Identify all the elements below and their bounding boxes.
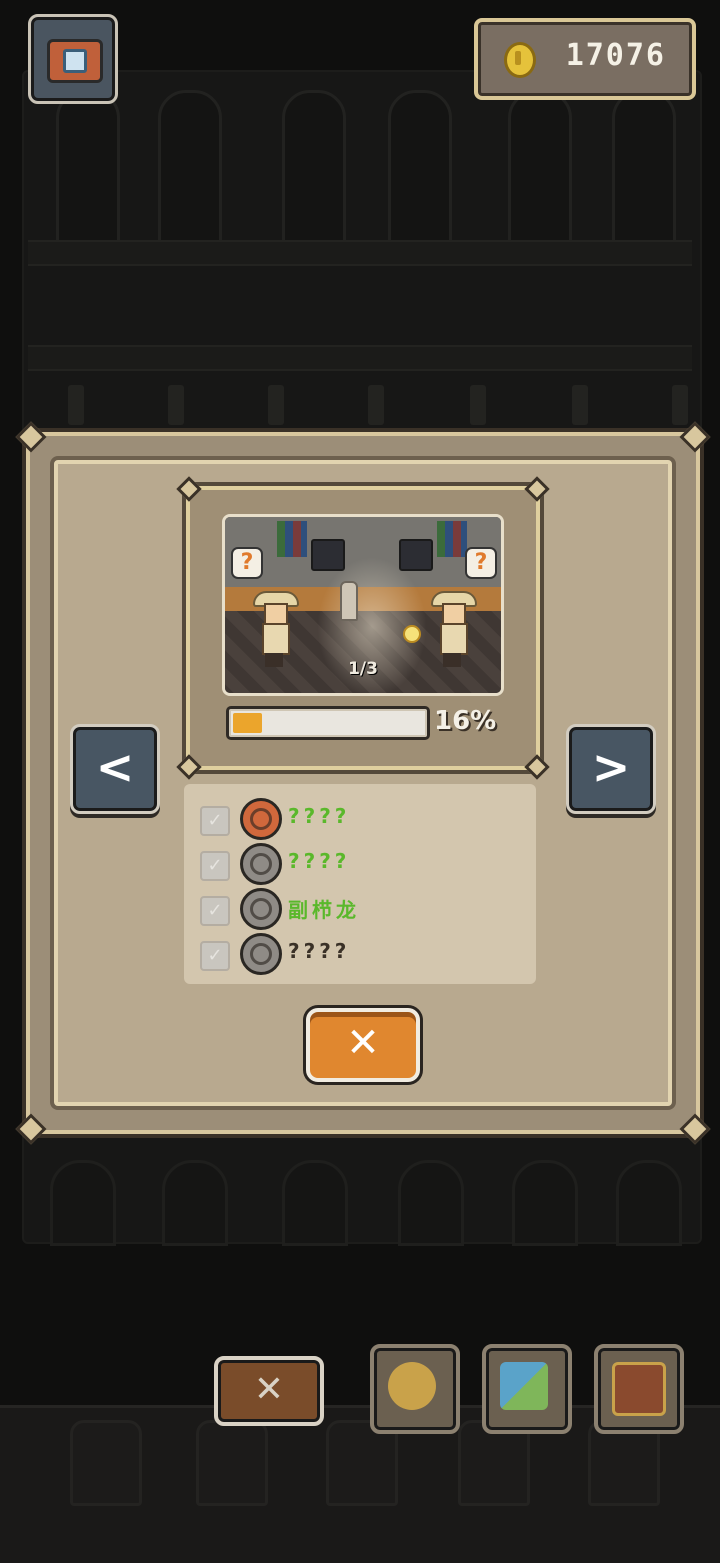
magnifier-hint-icon — [388, 1362, 436, 1410]
excavation-scene[interactable]: ? ? 1/3 — [222, 514, 504, 696]
display-case — [162, 1160, 228, 1246]
rope-post — [168, 385, 184, 425]
fossil-bone-icon — [340, 581, 358, 621]
coin-value: 17076 — [565, 38, 666, 73]
fossil-list-item[interactable]: ✓???? — [196, 933, 526, 975]
display-case — [398, 1160, 464, 1246]
fossil-ammonite-icon — [240, 843, 282, 885]
camera-button[interactable] — [28, 14, 118, 104]
hint-button[interactable] — [370, 1344, 460, 1434]
page-indicator: 1/3 — [348, 659, 378, 679]
rope-post — [470, 385, 486, 425]
excavation-progress-bar — [226, 706, 430, 740]
gold-coin-icon — [504, 42, 536, 78]
question-bubble-icon: ? — [465, 547, 497, 579]
fossil-list-item[interactable]: ✓ 副栉龙 — [196, 888, 526, 930]
bookshelf-icon — [277, 521, 307, 557]
fossil-ammonite-icon — [240, 888, 282, 930]
fossil-name: ???? — [288, 849, 351, 873]
rope-post — [68, 385, 84, 425]
wall-arch — [508, 90, 572, 246]
explorer-character — [431, 591, 477, 669]
explorer-character — [253, 591, 299, 669]
rope-post — [368, 385, 384, 425]
progress-fill — [233, 713, 262, 733]
wall-arch — [56, 90, 120, 246]
progress-percent: 16% — [434, 706, 497, 736]
floor-exhibit — [196, 1420, 268, 1506]
fossil-name: ???? — [288, 939, 351, 963]
wall-arch — [158, 90, 222, 246]
fossil-name: ???? — [288, 804, 351, 828]
close-icon: ✕ — [253, 1369, 285, 1410]
question-bubble-icon: ? — [231, 547, 263, 579]
checkbox[interactable]: ✓ — [200, 851, 230, 881]
book-button[interactable] — [594, 1344, 684, 1434]
checkbox[interactable]: ✓ — [200, 806, 230, 836]
bookshelf-icon — [437, 521, 467, 557]
display-case — [282, 1160, 348, 1246]
close-icon: ✕ — [346, 1020, 380, 1066]
magnifier-glow-icon — [403, 625, 421, 643]
wall-arch — [612, 90, 676, 246]
wall-arch — [282, 90, 346, 246]
fossil-book-icon — [612, 1362, 666, 1416]
checkbox[interactable]: ✓ — [200, 941, 230, 971]
camera-icon — [47, 39, 103, 83]
fossil-name: 副栉龙 — [288, 898, 360, 922]
fossil-list-item[interactable]: ✓???? — [196, 798, 526, 840]
wall-shelf — [28, 240, 692, 266]
chevron-left-icon: < — [95, 740, 135, 794]
display-case — [512, 1160, 578, 1246]
wall-shelf — [28, 345, 692, 371]
wall-arch — [388, 90, 452, 246]
fossil-ammonite-icon — [240, 798, 282, 840]
exit-button[interactable]: ✕ — [214, 1356, 324, 1426]
coin-counter: 17076 — [474, 18, 696, 100]
fossil-ammonite-icon — [240, 933, 282, 975]
floor-exhibit — [70, 1420, 142, 1506]
rope-post — [672, 385, 688, 425]
fossil-list-item[interactable]: ✓???? — [196, 843, 526, 885]
checkbox[interactable]: ✓ — [200, 896, 230, 926]
treasure-map-icon — [500, 1362, 548, 1410]
display-case — [50, 1160, 116, 1246]
rope-post — [572, 385, 588, 425]
next-button[interactable]: > — [566, 724, 656, 814]
chevron-right-icon: > — [591, 740, 631, 794]
prev-button[interactable]: < — [70, 724, 160, 814]
map-button[interactable] — [482, 1344, 572, 1434]
rope-post — [268, 385, 284, 425]
close-modal-button[interactable]: ✕ — [306, 1008, 420, 1082]
display-case — [616, 1160, 682, 1246]
